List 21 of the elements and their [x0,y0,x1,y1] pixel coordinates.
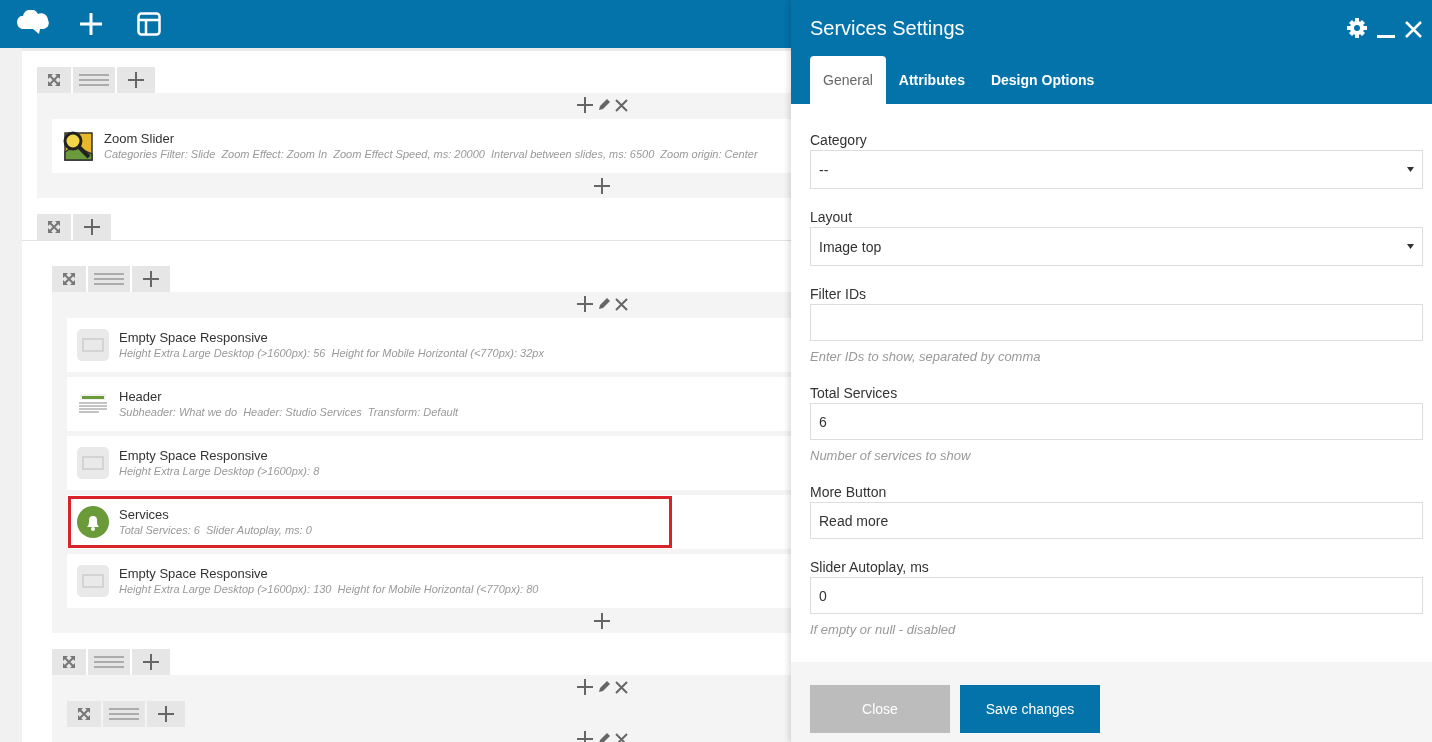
panel-title: Services Settings [810,16,966,40]
element-title: Header [119,388,163,405]
element-params: Height Extra Large Desktop (>1600px): 130 Height for Mobile Horizontal (<770px): 80 [119,582,539,597]
help-text: Enter IDs to show, separated by comma [810,349,1042,365]
help-text: If empty or null - disabled [810,622,957,638]
element-title: Zoom Slider [104,130,176,147]
field-label: Category [810,131,868,150]
element-params: Subheader: What we do Header: Studio Services Transform: Default [119,405,459,420]
element-params: Total Services: 6 Slider Autoplay, ms: 0 [119,523,312,538]
field-label: Filter IDs [810,285,867,304]
element-params: Height Extra Large Desktop (>1600px): 56 Height for Mobile Horizontal (<770px): 32px [119,346,544,361]
element-title: Services [119,506,170,523]
help-text: Number of services to show [810,448,972,464]
field-label: Total Services [810,384,899,403]
element-params: Height Extra Large Desktop (>1600px): 8 [119,464,320,479]
element-title: Empty Space Responsive [119,329,269,346]
field-label: Layout [810,208,854,227]
field-label: Slider Autoplay, ms [810,558,930,577]
element-params: Categories Filter: Slide Zoom Effect: Zoom In Zoom Effect Speed, ms: 20000 Interval between slides, ms: 6500 Zoom origin: Center [104,147,758,162]
element-title: Empty Space Responsive [119,447,269,464]
element-title: Empty Space Responsive [119,565,269,582]
